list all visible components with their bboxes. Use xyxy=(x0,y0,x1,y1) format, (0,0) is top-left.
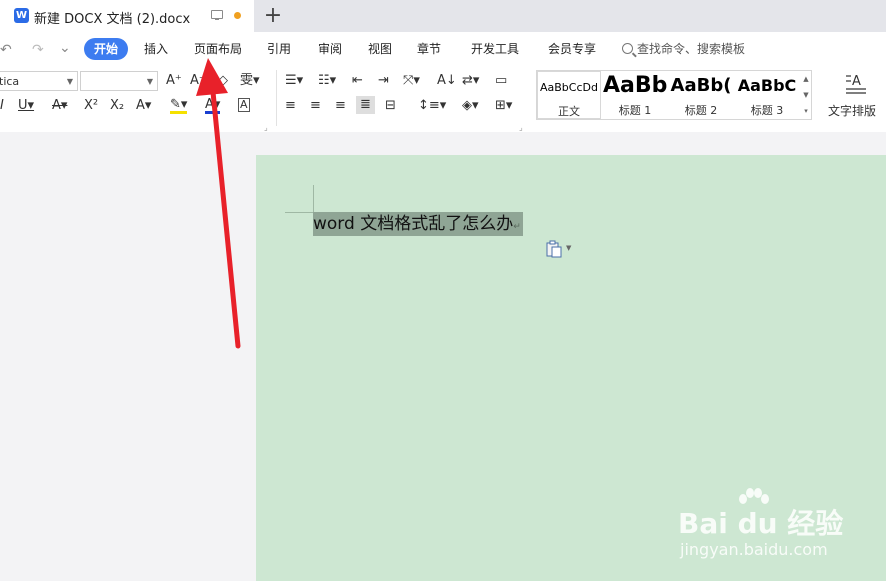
highlight-icon[interactable]: ✎▾ xyxy=(170,98,188,114)
quick-access-more-icon[interactable]: ⌄ xyxy=(59,40,71,56)
style-sample: AaBbCcDd xyxy=(540,81,598,94)
scroll-up-icon[interactable]: ▲ xyxy=(801,71,811,87)
ribbon: ↶ ↷ ⌄ 开始 插入 页面布局 引用 审阅 视图 章节 开发工具 会员专享 查… xyxy=(0,32,886,132)
text-direction-icon[interactable]: ⇄▾ xyxy=(462,73,479,89)
chevron-down-icon[interactable]: ▼ xyxy=(566,244,571,252)
document-text: word 文档格式乱了怎么办 xyxy=(313,214,514,234)
paste-options-icon[interactable] xyxy=(546,240,562,258)
font-dialog-launcher-icon[interactable]: ⌟ xyxy=(264,120,268,136)
group-separator xyxy=(276,70,277,126)
chinese-layout-icon[interactable]: ⤧▾ xyxy=(403,73,420,89)
decrease-indent-icon[interactable]: ⇤ xyxy=(352,73,363,89)
paragraph-dialog-launcher-icon[interactable]: ⌟ xyxy=(519,120,523,136)
ruler-icon[interactable]: ▭ xyxy=(495,73,507,89)
superscript-icon[interactable]: X² xyxy=(84,98,98,114)
undo-icon[interactable]: ↶ xyxy=(0,42,12,58)
align-left-icon[interactable]: ≡ xyxy=(285,98,296,114)
font-size-select[interactable]: ▼ xyxy=(80,71,158,91)
subscript-icon[interactable]: X₂ xyxy=(110,98,124,114)
redo-icon[interactable]: ↷ xyxy=(32,42,44,58)
text-layout-label: 文字排版 xyxy=(828,104,877,118)
menu-view[interactable]: 视图 xyxy=(368,38,392,60)
style-name: 正文 xyxy=(558,105,580,118)
style-name: 标题 3 xyxy=(750,104,784,117)
menu-home[interactable]: 开始 xyxy=(84,38,129,60)
style-heading-1[interactable]: AaBb 标题 1 xyxy=(603,71,667,119)
new-tab-button[interactable]: + xyxy=(263,2,283,30)
numbering-icon[interactable]: ☷▾ xyxy=(318,73,336,89)
document-tab-title: 新建 DOCX 文档 (2).docx xyxy=(34,12,191,27)
align-right-icon[interactable]: ≡ xyxy=(335,98,346,114)
chevron-down-icon: ▼ xyxy=(146,77,153,86)
menu-insert[interactable]: 插入 xyxy=(144,38,168,60)
menu-section[interactable]: 章节 xyxy=(417,38,441,60)
line-spacing-icon[interactable]: ↕≡▾ xyxy=(418,98,446,114)
svg-text:A: A xyxy=(852,74,861,89)
font-name-value: tica xyxy=(0,75,20,88)
clear-format-icon[interactable]: ◇ xyxy=(218,73,228,89)
gallery-expand-icon[interactable]: ▾ xyxy=(801,103,811,119)
increase-indent-icon[interactable]: ⇥ xyxy=(378,73,389,89)
borders-icon[interactable]: ⊞▾ xyxy=(495,98,512,114)
menu-references[interactable]: 引用 xyxy=(267,38,291,60)
style-name: 标题 2 xyxy=(684,104,718,117)
sort-icon[interactable]: A↓ xyxy=(437,73,457,89)
margin-corner-mark xyxy=(285,212,313,213)
grow-font-icon[interactable]: A⁺ xyxy=(166,73,182,89)
baidu-jingyan-watermark: Bai du 经验 jingyan.baidu.com xyxy=(678,488,878,568)
shading-icon[interactable]: ◈▾ xyxy=(462,98,479,114)
character-border-icon[interactable]: A xyxy=(238,98,250,112)
phonetic-guide-icon[interactable]: 雯▾ xyxy=(240,73,260,89)
underline-icon[interactable]: U▾ xyxy=(18,98,34,114)
command-search[interactable]: 查找命令、搜索模板 xyxy=(622,38,745,60)
style-sample: AaBb( xyxy=(670,75,732,96)
chevron-down-icon: ▼ xyxy=(66,77,73,86)
watermark-brand: Bai du 经验 xyxy=(678,507,844,540)
font-color-icon[interactable]: A▾ xyxy=(205,98,221,114)
distributed-align-icon[interactable]: ⊟ xyxy=(385,98,396,114)
bullets-icon[interactable]: ☰▾ xyxy=(285,73,303,89)
document-tab[interactable]: W 新建 DOCX 文档 (2).docx xyxy=(0,0,254,32)
text-layout-button[interactable]: A 文字排版 xyxy=(822,70,886,122)
text-layout-icon: A xyxy=(846,74,866,94)
style-heading-3[interactable]: AaBbC 标题 3 xyxy=(735,71,799,119)
scroll-down-icon[interactable]: ▼ xyxy=(801,87,811,103)
wps-writer-icon: W xyxy=(14,8,29,23)
unsaved-indicator xyxy=(234,12,241,19)
style-name: 标题 1 xyxy=(618,104,652,117)
gallery-scrollbar[interactable]: ▲ ▼ ▾ xyxy=(801,71,811,119)
font-name-select[interactable]: tica ▼ xyxy=(0,71,78,91)
menu-member[interactable]: 会员专享 xyxy=(548,38,596,60)
menu-review[interactable]: 审阅 xyxy=(318,38,342,60)
style-normal[interactable]: AaBbCcDd 正文 xyxy=(537,71,601,119)
paragraph-mark: ↵ xyxy=(513,222,521,232)
selected-text-line[interactable]: word 文档格式乱了怎么办↵ xyxy=(313,212,523,236)
watermark-site: jingyan.baidu.com xyxy=(680,540,828,559)
italic-icon[interactable]: I xyxy=(0,98,4,114)
styles-gallery: AaBbCcDd 正文 AaBb 标题 1 AaBb( 标题 2 AaBbC 标… xyxy=(536,70,812,120)
tab-bar: W 新建 DOCX 文档 (2).docx + xyxy=(0,0,886,32)
margin-corner-mark xyxy=(313,185,314,213)
strikethrough-icon[interactable]: A▾ xyxy=(52,98,67,114)
monitor-icon[interactable] xyxy=(211,10,223,20)
shrink-font-icon[interactable]: A⁻ xyxy=(190,73,206,89)
style-sample: AaBbC xyxy=(737,76,797,95)
menu-developer[interactable]: 开发工具 xyxy=(471,38,519,60)
align-center-icon[interactable]: ≡ xyxy=(310,98,321,114)
search-placeholder: 查找命令、搜索模板 xyxy=(637,42,746,56)
search-icon xyxy=(622,43,633,54)
menu-page-layout[interactable]: 页面布局 xyxy=(194,38,242,60)
justify-icon[interactable]: ≣ xyxy=(356,96,375,114)
text-effect-icon[interactable]: A▾ xyxy=(136,98,151,114)
style-sample: AaBb xyxy=(603,73,667,98)
style-heading-2[interactable]: AaBb( 标题 2 xyxy=(669,71,733,119)
